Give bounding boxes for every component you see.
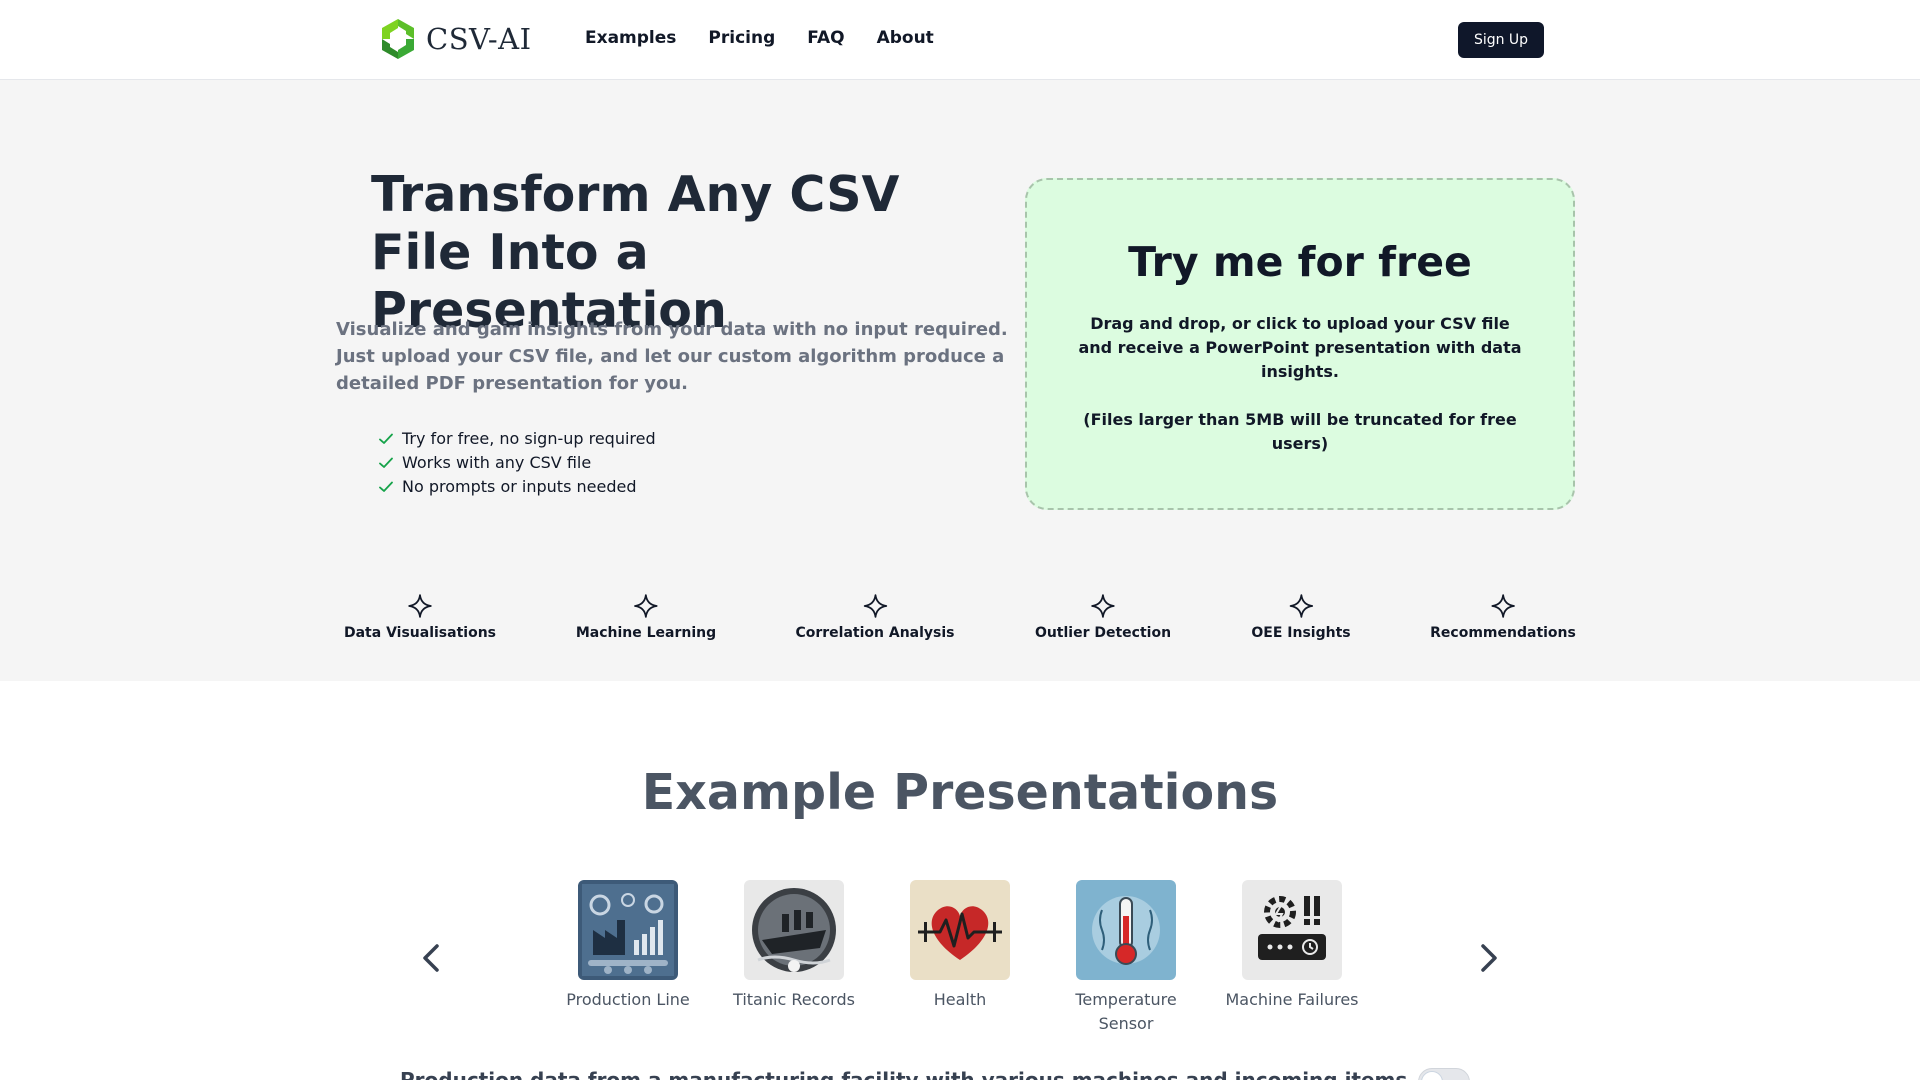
feature-outlier-detection: Outlier Detection (1035, 593, 1171, 641)
feature-label: Outlier Detection (1034, 625, 1172, 641)
check-icon (379, 481, 393, 492)
main-nav: Examples Pricing FAQ About (585, 28, 934, 48)
feature-label: Machine Learning (575, 625, 717, 641)
sparkle-icon (1491, 594, 1515, 618)
ship-icon (744, 880, 844, 980)
example-production-line[interactable]: Production Line (558, 880, 698, 1012)
example-label: Machine Failures (1225, 990, 1359, 1009)
machine-alert-icon (1242, 880, 1342, 980)
examples-title: Example Presentations (641, 764, 1279, 821)
sparkle-icon (634, 594, 658, 618)
checklist-label: Try for free, no sign-up required (402, 429, 656, 448)
feature-machine-learning: Machine Learning (576, 593, 716, 641)
hero-section: Transform Any CSV File Into a Presentati… (0, 80, 1920, 681)
feature-label: Correlation Analysis (795, 625, 955, 641)
feature-label: Recommendations (1430, 625, 1576, 641)
feature-correlation-analysis: Correlation Analysis (795, 593, 955, 641)
nav-examples[interactable]: Examples (585, 28, 676, 48)
example-label: Titanic Records (733, 990, 855, 1009)
logo-icon (382, 19, 414, 59)
hero-title: Transform Any CSV File Into a Presentati… (371, 166, 900, 339)
example-label: Health (933, 990, 987, 1009)
site-header: CSV-AI Examples Pricing FAQ About Sign U… (0, 0, 1920, 80)
nav-about[interactable]: About (877, 28, 934, 48)
feature-list: Data Visualisations Machine Learning Cor… (0, 593, 1920, 663)
chevron-right-icon (1481, 944, 1497, 972)
feature-recommendations: Recommendations (1430, 593, 1576, 641)
example-toggle[interactable] (1418, 1068, 1470, 1080)
factory-icon (578, 880, 678, 980)
upload-title: Try me for free (1128, 238, 1472, 286)
logo[interactable]: CSV-AI (378, 16, 532, 62)
checklist-item: No prompts or inputs needed (378, 475, 656, 499)
feature-checklist: Try for free, no sign-up required Works … (378, 427, 656, 499)
feature-label: OEE Insights (1251, 625, 1351, 641)
checklist-item: Works with any CSV file (378, 451, 656, 475)
checklist-item: Try for free, no sign-up required (378, 427, 656, 451)
check-icon (379, 433, 393, 444)
hero-description: Visualize and gain insights from your da… (336, 319, 1008, 394)
upload-size-note: (Files larger than 5MB will be truncated… (1083, 410, 1517, 453)
feature-label: Data Visualisations (343, 625, 497, 641)
carousel-prev-button[interactable] (412, 938, 452, 978)
nav-pricing[interactable]: Pricing (708, 28, 775, 48)
csv-upload-dropzone[interactable]: Try me for free Drag and drop, or click … (1025, 178, 1575, 510)
feature-oee-insights: OEE Insights (1251, 593, 1351, 641)
example-health[interactable]: Health (890, 880, 1030, 1012)
toggle-knob (1421, 1071, 1443, 1080)
sparkle-icon (1289, 594, 1313, 618)
nav-faq[interactable]: FAQ (807, 28, 844, 48)
example-description: Production data from a manufacturing fac… (400, 1068, 1408, 1080)
upload-instructions: Drag and drop, or click to upload your C… (1078, 314, 1522, 381)
feature-data-visualisations: Data Visualisations (344, 593, 496, 641)
sign-up-button[interactable]: Sign Up (1458, 22, 1544, 58)
sparkle-icon (863, 594, 887, 618)
example-temperature-sensor[interactable]: Temperature Sensor (1056, 880, 1196, 1036)
chevron-left-icon (423, 944, 439, 972)
example-label: Production Line (566, 990, 690, 1009)
checklist-label: No prompts or inputs needed (402, 477, 637, 496)
example-titanic-records[interactable]: Titanic Records (724, 880, 864, 1012)
carousel-next-button[interactable] (1468, 938, 1508, 978)
thermometer-icon (1076, 880, 1176, 980)
sparkle-icon (408, 594, 432, 618)
sparkle-icon (1091, 594, 1115, 618)
checklist-label: Works with any CSV file (402, 453, 592, 472)
brand-name: CSV-AI (426, 22, 532, 56)
example-machine-failures[interactable]: Machine Failures (1222, 880, 1362, 1012)
heart-pulse-icon (910, 880, 1010, 980)
example-label: Temperature Sensor (1075, 990, 1177, 1033)
check-icon (379, 457, 393, 468)
